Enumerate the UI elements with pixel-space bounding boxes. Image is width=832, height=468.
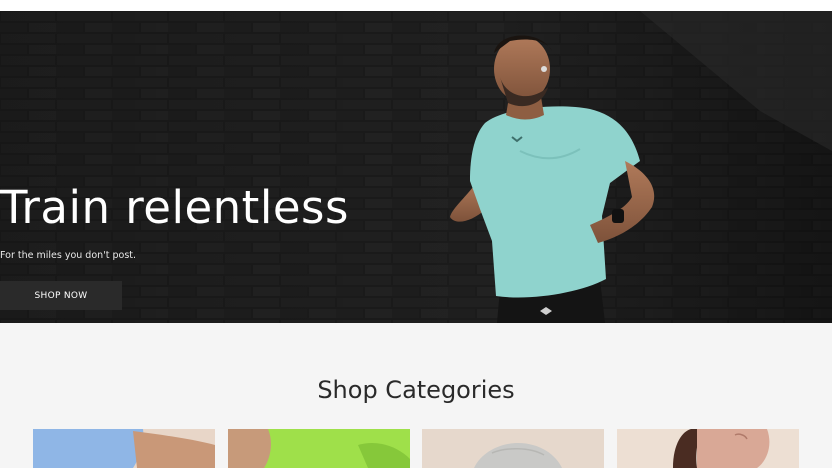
hero-subtitle: For the miles you don't post. xyxy=(0,250,137,261)
shop-now-button[interactable]: SHOP NOW xyxy=(0,281,122,310)
category-card-3[interactable] xyxy=(422,429,604,468)
category-image-1 xyxy=(33,429,215,468)
hero-image xyxy=(0,11,832,323)
category-image-3 xyxy=(422,429,604,468)
hero-title: Train relentless xyxy=(0,181,349,234)
category-card-1[interactable] xyxy=(33,429,215,468)
category-card-4[interactable] xyxy=(617,429,799,468)
hero-banner: Train relentless For the miles you don't… xyxy=(0,11,832,323)
category-card-2[interactable] xyxy=(228,429,410,468)
section-title-shop-categories: Shop Categories xyxy=(317,376,515,404)
category-image-4 xyxy=(617,429,799,468)
top-strip xyxy=(0,0,832,11)
category-image-2 xyxy=(228,429,410,468)
